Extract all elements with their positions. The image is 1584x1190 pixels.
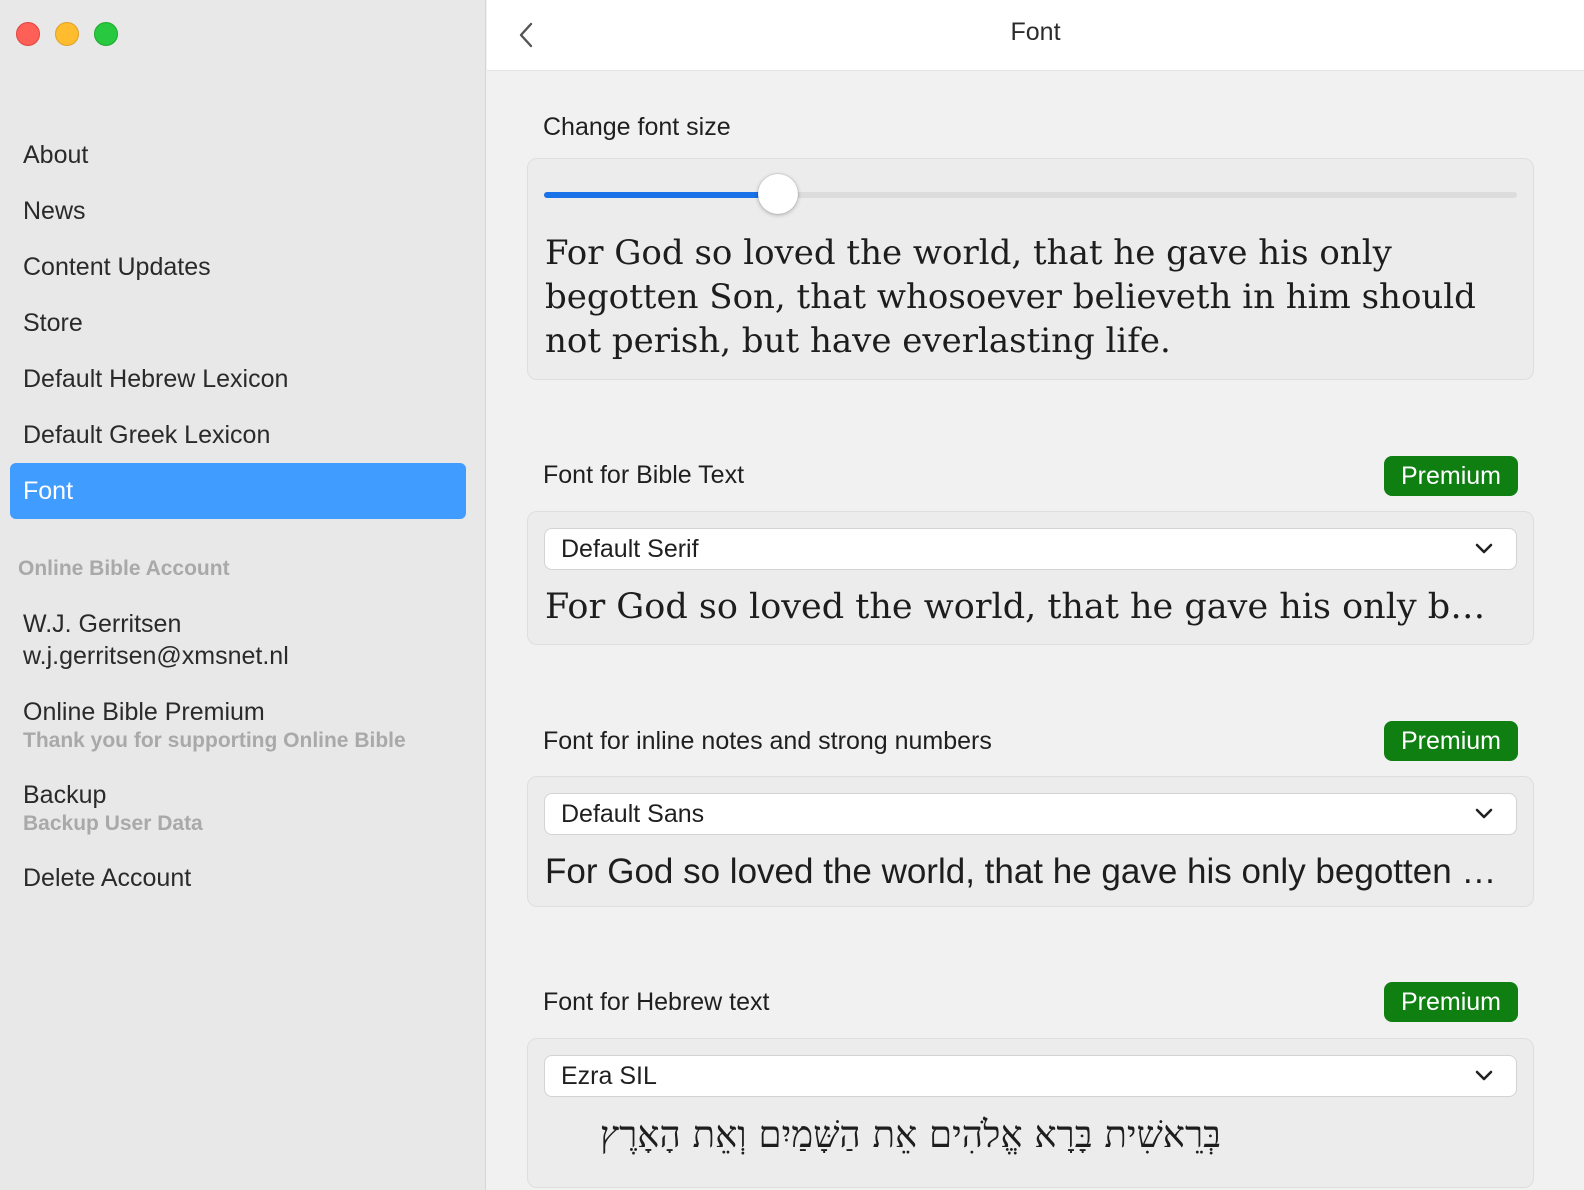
hebrew-font-card: Ezra SIL בְּרֵאשִׁית בָּרָא אֱלֹהִים אֵת… <box>527 1038 1534 1188</box>
font-size-card: For God so loved the world, that he gave… <box>527 158 1534 380</box>
sidebar-item-news[interactable]: News <box>10 183 466 239</box>
sidebar-nav: About News Content Updates Store Default… <box>10 127 466 519</box>
account-email: w.j.gerritsen@xmsnet.nl <box>23 642 289 670</box>
sidebar-item-store[interactable]: Store <box>10 295 466 351</box>
sidebar-item-premium[interactable]: Online Bible Premium Thank you for suppo… <box>23 696 406 754</box>
premium-title: Online Bible Premium <box>23 698 265 726</box>
premium-badge: Premium <box>1384 456 1518 496</box>
account-info[interactable]: W.J. Gerritsen w.j.gerritsen@xmsnet.nl <box>23 608 289 672</box>
notes-font-label: Font for inline notes and strong numbers <box>543 727 992 755</box>
hebrew-font-sample-text: בְּרֵאשִׁית בָּרָא אֱלֹהִים אֵת הַשָּׁמַ… <box>599 1113 1221 1156</box>
selected-font: Default Sans <box>561 799 705 828</box>
delete-account-label: Delete Account <box>23 864 192 892</box>
notes-font-card: Default Sans For God so loved the world,… <box>527 776 1534 907</box>
account-name: W.J. Gerritsen <box>23 610 182 638</box>
selected-font: Ezra SIL <box>561 1061 657 1090</box>
bible-font-select[interactable]: Default Serif <box>544 528 1517 570</box>
sidebar-item-label: Default Greek Lexicon <box>23 420 271 449</box>
chevron-down-icon <box>1475 808 1493 819</box>
hebrew-font-select[interactable]: Ezra SIL <box>544 1055 1517 1097</box>
hebrew-font-label: Font for Hebrew text <box>543 988 770 1016</box>
slider-fill <box>544 192 778 198</box>
font-size-slider[interactable] <box>544 174 1517 214</box>
sidebar: About News Content Updates Store Default… <box>0 0 486 1190</box>
bible-font-sample-text: For God so loved the world, that he gave… <box>545 587 1505 627</box>
bible-font-label: Font for Bible Text <box>543 461 745 489</box>
chevron-down-icon <box>1475 543 1493 554</box>
sidebar-item-label: Store <box>23 308 83 337</box>
page-title: Font <box>1010 18 1061 46</box>
font-size-label: Change font size <box>543 113 731 141</box>
sidebar-item-backup[interactable]: Backup Backup User Data <box>23 779 203 837</box>
close-window-button[interactable] <box>16 22 40 46</box>
zoom-window-button[interactable] <box>94 22 118 46</box>
sidebar-item-about[interactable]: About <box>10 127 466 183</box>
backup-title: Backup <box>23 781 107 809</box>
slider-thumb[interactable] <box>757 174 798 214</box>
premium-badge: Premium <box>1384 982 1518 1022</box>
sidebar-item-content-updates[interactable]: Content Updates <box>10 239 466 295</box>
chevron-down-icon <box>1475 1070 1493 1081</box>
sidebar-item-default-greek-lexicon[interactable]: Default Greek Lexicon <box>10 407 466 463</box>
title-bar: Font <box>487 0 1584 71</box>
sidebar-item-default-hebrew-lexicon[interactable]: Default Hebrew Lexicon <box>10 351 466 407</box>
minimize-window-button[interactable] <box>55 22 79 46</box>
sidebar-item-label: News <box>23 196 86 225</box>
sidebar-item-label: Content Updates <box>23 252 211 281</box>
sidebar-item-delete-account[interactable]: Delete Account <box>23 862 191 894</box>
sidebar-item-font[interactable]: Font <box>10 463 466 519</box>
notes-font-select[interactable]: Default Sans <box>544 793 1517 835</box>
backup-subtitle: Backup User Data <box>23 812 203 835</box>
window-controls <box>16 22 118 46</box>
sidebar-item-label: Default Hebrew Lexicon <box>23 364 289 393</box>
premium-badge: Premium <box>1384 721 1518 761</box>
notes-font-sample-text: For God so loved the world, that he gave… <box>545 852 1505 891</box>
selected-font: Default Serif <box>561 534 699 563</box>
premium-subtitle: Thank you for supporting Online Bible <box>23 729 406 752</box>
account-section-header: Online Bible Account <box>18 557 230 580</box>
bible-font-card: Default Serif For God so loved the world… <box>527 511 1534 645</box>
sidebar-item-label: Font <box>23 476 74 505</box>
font-size-sample-text: For God so loved the world, that he gave… <box>545 233 1476 361</box>
sidebar-item-label: About <box>23 140 89 169</box>
